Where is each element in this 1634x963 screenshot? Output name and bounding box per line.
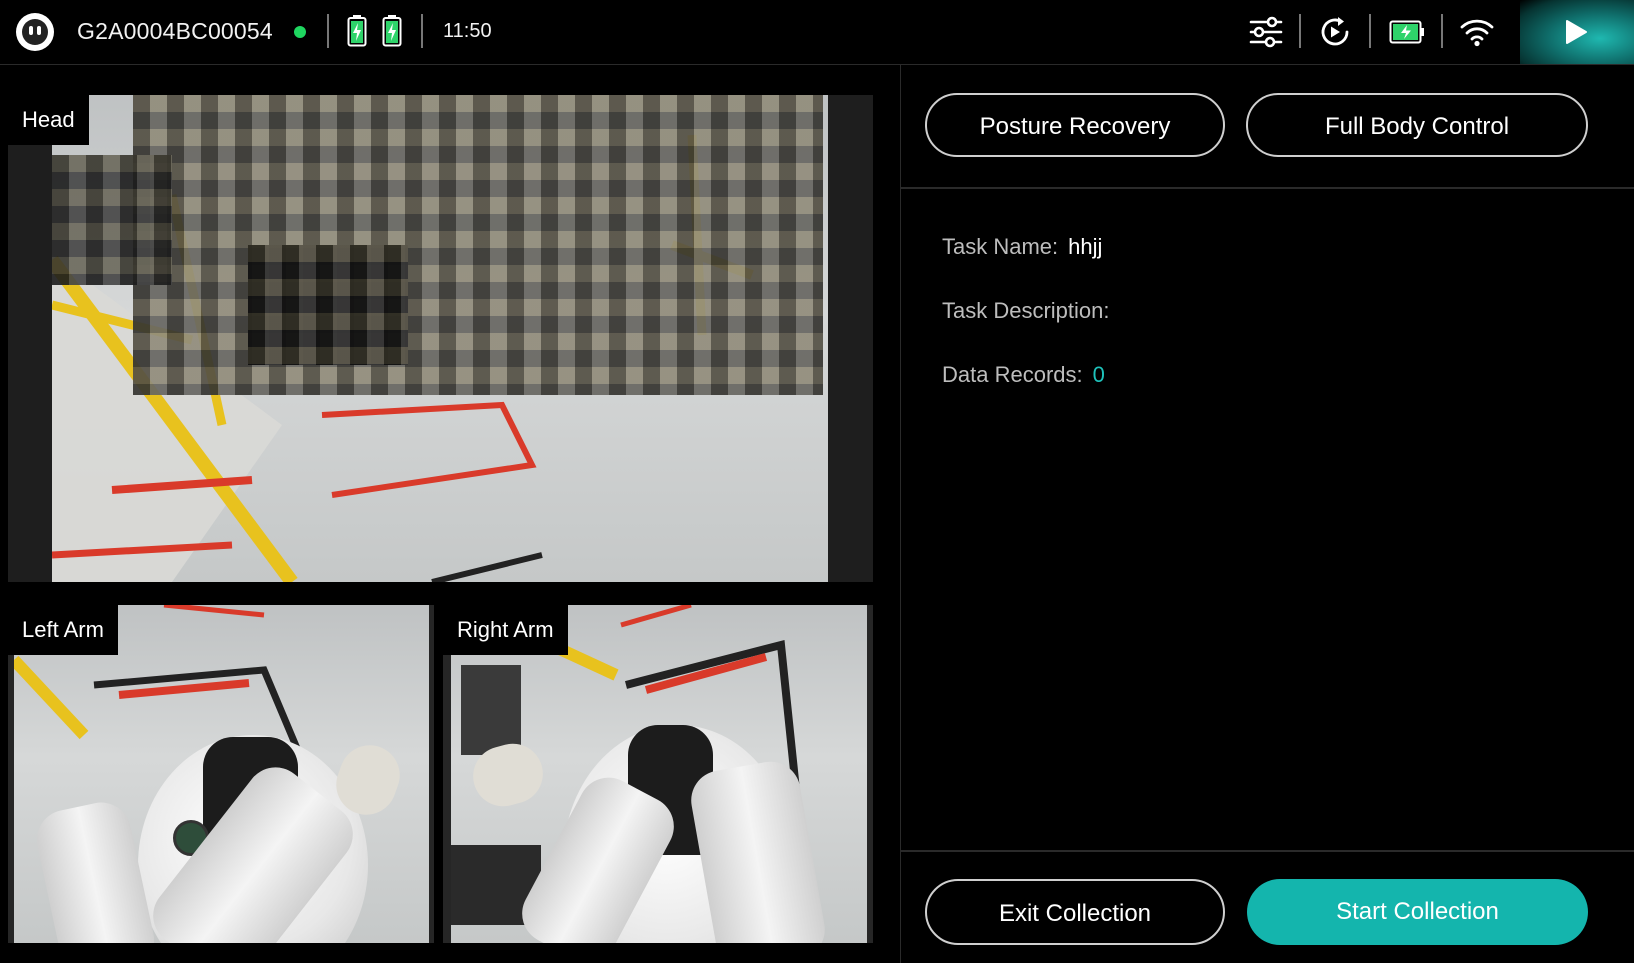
task-name-row: Task Name: hhjj [942,234,1102,260]
exit-collection-button[interactable]: Exit Collection [925,879,1225,945]
refresh-play-icon[interactable] [1317,14,1353,50]
sliders-icon[interactable] [1248,14,1284,50]
full-body-control-button[interactable]: Full Body Control [1246,93,1588,157]
posture-recovery-button[interactable]: Posture Recovery [925,93,1225,157]
right-arm-camera-feed: Right Arm [443,605,873,943]
device-id: G2A0004BC00054 [77,18,273,44]
divider [327,14,329,48]
privacy-mosaic [133,95,823,395]
connection-status-dot [294,26,306,38]
play-icon [1566,20,1587,44]
task-name-value: hhjj [1068,234,1103,259]
battery-icon [347,15,367,47]
data-records-label: Data Records: [942,362,1083,387]
camera-panel: Head Left Arm Right Arm [0,65,900,963]
start-collection-button[interactable]: Start Collection [1247,879,1588,945]
robot-face-icon[interactable] [14,11,56,53]
divider [1369,14,1371,48]
left-arm-camera-label: Left Arm [8,605,118,655]
divider [1441,14,1443,48]
play-button[interactable] [1520,0,1634,64]
privacy-mosaic [248,245,408,365]
divider [421,14,423,48]
panel-divider [900,65,901,963]
data-records-row: Data Records: 0 [942,362,1105,388]
task-description-row: Task Description: [942,298,1120,324]
privacy-mosaic [52,155,172,285]
top-status-bar: G2A0004BC00054 11:50 [0,0,1634,65]
data-records-value: 0 [1092,362,1105,387]
divider [901,850,1634,852]
battery-icon [382,15,402,47]
clock: 11:50 [443,20,492,42]
divider [1299,14,1301,48]
left-arm-camera-feed: Left Arm [8,605,434,943]
right-arm-camera-label: Right Arm [443,605,568,655]
divider [901,187,1634,189]
head-camera-feed: Head [8,95,873,582]
wifi-icon[interactable] [1459,14,1495,50]
task-description-label: Task Description: [942,298,1110,323]
head-camera-label: Head [8,95,89,145]
battery-horizontal-icon [1389,20,1424,44]
task-name-label: Task Name: [942,234,1059,259]
